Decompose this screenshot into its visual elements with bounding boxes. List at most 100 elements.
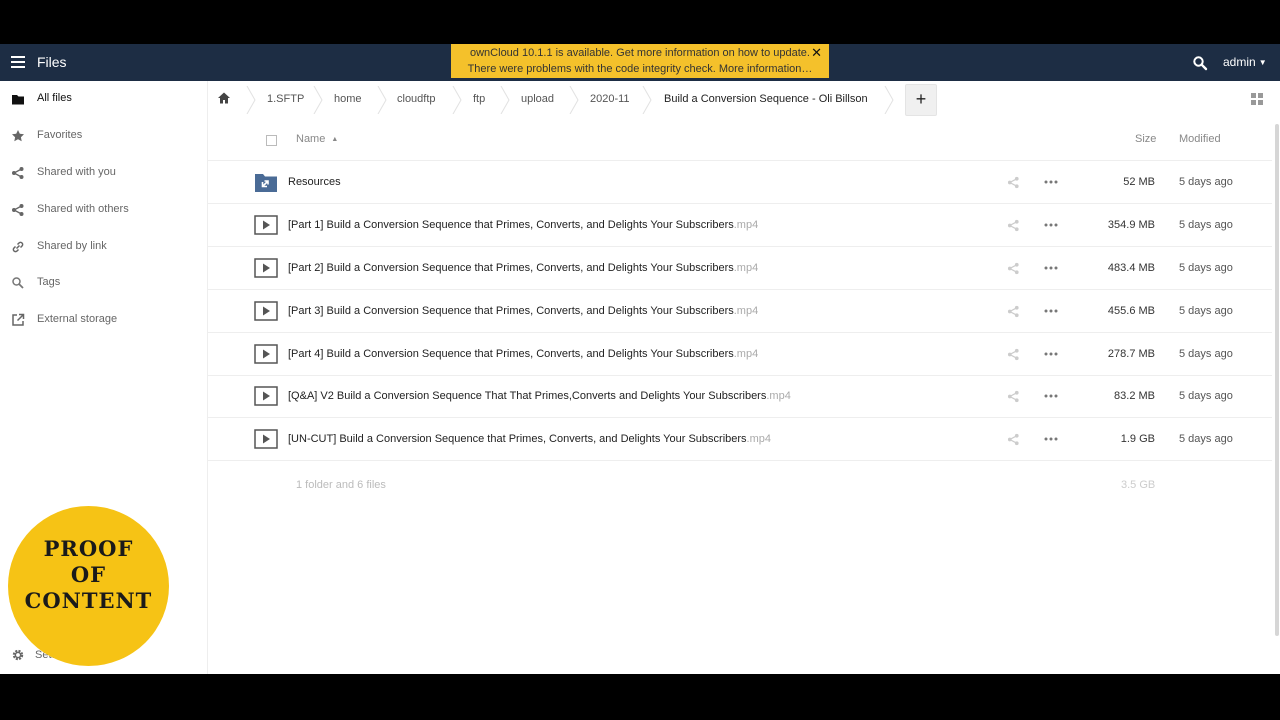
sidebar-item-external-storage[interactable]: External storage [0,305,207,335]
column-modified[interactable]: Modified [1179,133,1221,145]
breadcrumb-chevron-icon [246,86,256,114]
file-name[interactable]: [Q&A] V2 Build a Conversion Sequence Tha… [288,390,791,402]
sidebar-item-label: Shared by link [37,240,107,252]
breadcrumb-item[interactable]: 2020-11 [590,93,630,105]
file-modified: 5 days ago [1179,348,1233,360]
more-actions-icon[interactable] [1044,433,1058,445]
file-name[interactable]: [UN-CUT] Build a Conversion Sequence tha… [288,433,771,445]
file-basename: Resources [288,176,341,188]
file-size: 483.4 MB [1107,262,1155,274]
hamburger-menu-icon[interactable] [11,56,25,69]
more-actions-icon[interactable] [1044,348,1058,360]
file-modified: 5 days ago [1179,305,1233,317]
notification-integrity-text[interactable]: There were problems with the code integr… [451,61,829,77]
home-icon[interactable] [217,91,231,105]
file-basename: [Part 4] Build a Conversion Sequence tha… [288,348,734,360]
file-row[interactable]: [Part 2] Build a Conversion Sequence tha… [208,247,1272,290]
breadcrumb-item[interactable]: home [334,93,362,105]
file-row[interactable]: Resources 52 MB 5 days ago [208,161,1272,204]
gear-icon[interactable] [11,648,25,662]
breadcrumb-item[interactable]: ftp [473,93,485,105]
file-row[interactable]: [UN-CUT] Build a Conversion Sequence tha… [208,418,1272,461]
file-basename: [Part 1] Build a Conversion Sequence tha… [288,219,734,231]
file-modified: 5 days ago [1179,219,1233,231]
share-icon [12,167,24,179]
select-all-checkbox[interactable] [266,135,277,146]
file-row[interactable]: [Part 3] Build a Conversion Sequence tha… [208,290,1272,333]
more-actions-icon[interactable] [1044,176,1058,188]
file-name[interactable]: [Part 2] Build a Conversion Sequence tha… [288,262,758,274]
file-modified: 5 days ago [1179,390,1233,402]
breadcrumb-chevron-icon [452,86,462,114]
breadcrumb-current[interactable]: Build a Conversion Sequence - Oli Billso… [664,93,868,105]
breadcrumb-chevron-icon [500,86,510,114]
file-extension: .mp4 [766,390,791,402]
update-notification: ownCloud 10.1.1 is available. Get more i… [451,44,829,78]
app-name: Files [37,54,67,70]
share-icon[interactable] [1007,433,1020,446]
file-row[interactable]: [Part 4] Build a Conversion Sequence tha… [208,333,1272,376]
file-name[interactable]: Resources [288,176,341,188]
more-actions-icon[interactable] [1044,390,1058,402]
sidebar-item-shared-with-you[interactable]: Shared with you [0,158,207,188]
more-actions-icon[interactable] [1044,262,1058,274]
file-extension: .mp4 [746,433,772,445]
breadcrumb-item[interactable]: 1.SFTP [267,93,304,105]
share-icon[interactable] [1007,390,1020,403]
scrollbar[interactable] [1275,124,1279,636]
breadcrumb-chevron-icon [884,86,894,114]
breadcrumb-item[interactable]: cloudftp [397,93,436,105]
file-name[interactable]: [Part 1] Build a Conversion Sequence tha… [288,219,758,231]
file-basename: [Part 3] Build a Conversion Sequence tha… [288,305,734,317]
share-icon[interactable] [1007,219,1020,232]
column-name[interactable]: Name ▲ [296,133,338,145]
search-icon[interactable] [1192,55,1208,71]
sidebar-item-all-files[interactable]: All files [0,84,207,114]
video-file-icon [254,258,278,278]
breadcrumb-chevron-icon [377,86,387,114]
share-icon[interactable] [1007,176,1020,189]
file-table-header: Name ▲ Size Modified [208,119,1272,161]
file-size: 52 MB [1123,176,1155,188]
file-name[interactable]: [Part 4] Build a Conversion Sequence tha… [288,348,758,360]
username: admin [1223,55,1256,69]
file-size: 455.6 MB [1107,305,1155,317]
breadcrumb-chevron-icon [642,86,652,114]
breadcrumb-item[interactable]: upload [521,93,554,105]
badge-line: OF [70,562,107,587]
file-basename: [UN-CUT] Build a Conversion Sequence tha… [288,433,747,445]
sidebar-item-label: Favorites [37,129,83,141]
grid-view-icon[interactable] [1251,93,1263,105]
sidebar-item-shared-by-link[interactable]: Shared by link [0,232,207,262]
more-actions-icon[interactable] [1044,219,1058,231]
owncloud-app: Files admin ▼ ownCloud 10.1.1 is availabl… [0,44,1280,674]
sidebar-item-label: Shared with you [37,166,116,178]
sidebar-item-label: External storage [37,313,118,325]
sidebar-item-favorites[interactable]: Favorites [0,121,207,151]
breadcrumb-chevron-icon [313,86,323,114]
file-extension: .mp4 [733,348,759,360]
file-row[interactable]: [Q&A] V2 Build a Conversion Sequence Tha… [208,375,1272,418]
sidebar-item-shared-with-others[interactable]: Shared with others [0,195,207,225]
file-name[interactable]: [Part 3] Build a Conversion Sequence tha… [288,305,758,317]
column-size[interactable]: Size [1135,133,1156,145]
user-menu[interactable]: admin ▼ [1223,55,1267,69]
share-icon[interactable] [1007,262,1020,275]
share-icon [12,204,24,216]
video-file-icon [254,344,278,364]
shared-folder-icon [255,174,277,192]
notification-update-text[interactable]: ownCloud 10.1.1 is available. Get more i… [451,45,829,61]
file-modified: 5 days ago [1179,433,1233,445]
share-icon[interactable] [1007,348,1020,361]
close-icon[interactable]: ✕ [811,45,822,61]
sidebar-item-tags[interactable]: Tags [0,268,207,298]
caret-down-icon: ▼ [1258,58,1267,67]
video-file-icon [254,301,278,321]
breadcrumb-chevron-icon [569,86,579,114]
video-file-icon [254,429,278,449]
file-row[interactable]: [Part 1] Build a Conversion Sequence tha… [208,204,1272,247]
share-icon[interactable] [1007,305,1020,318]
new-file-button[interactable]: + [905,84,937,116]
badge-line: PROOF [43,536,134,561]
more-actions-icon[interactable] [1044,305,1058,317]
